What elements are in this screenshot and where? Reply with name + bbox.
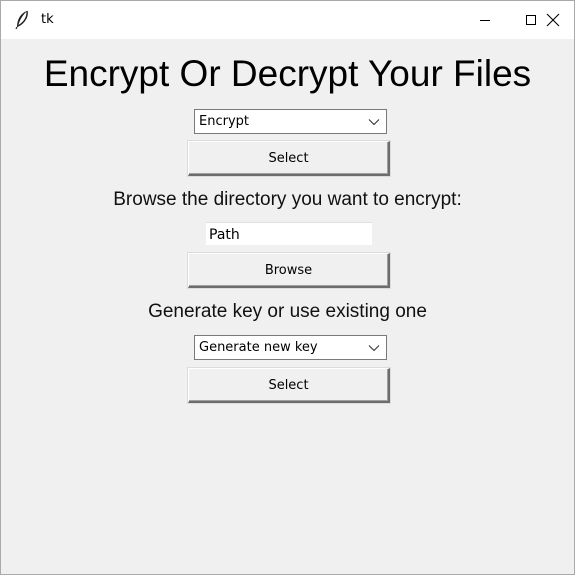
page-heading: Encrypt Or Decrypt Your Files [43, 53, 532, 94]
browse-button[interactable]: Browse [188, 253, 390, 288]
minimize-icon [480, 20, 490, 21]
chevron-down-icon [368, 345, 380, 352]
feather-icon [15, 10, 28, 30]
close-icon [546, 13, 560, 27]
key-select-button[interactable]: Select [188, 368, 390, 403]
path-input[interactable] [205, 222, 373, 246]
window-title: tk [41, 12, 54, 27]
mode-dropdown[interactable]: Encrypt [194, 109, 387, 134]
close-button[interactable] [530, 1, 574, 39]
app-window: tk Encrypt Or Decrypt Your Files Encrypt… [0, 0, 575, 575]
browse-label: Browse the directory you want to encrypt… [113, 189, 462, 210]
mode-dropdown-value: Encrypt [199, 114, 249, 129]
mode-select-button[interactable]: Select [188, 141, 390, 176]
key-label: Generate key or use existing one [148, 301, 427, 322]
title-bar[interactable]: tk [1, 1, 574, 39]
chevron-down-icon [368, 119, 380, 126]
minimize-button[interactable] [462, 1, 508, 39]
key-dropdown-value: Generate new key [199, 340, 318, 355]
key-dropdown[interactable]: Generate new key [194, 335, 387, 360]
